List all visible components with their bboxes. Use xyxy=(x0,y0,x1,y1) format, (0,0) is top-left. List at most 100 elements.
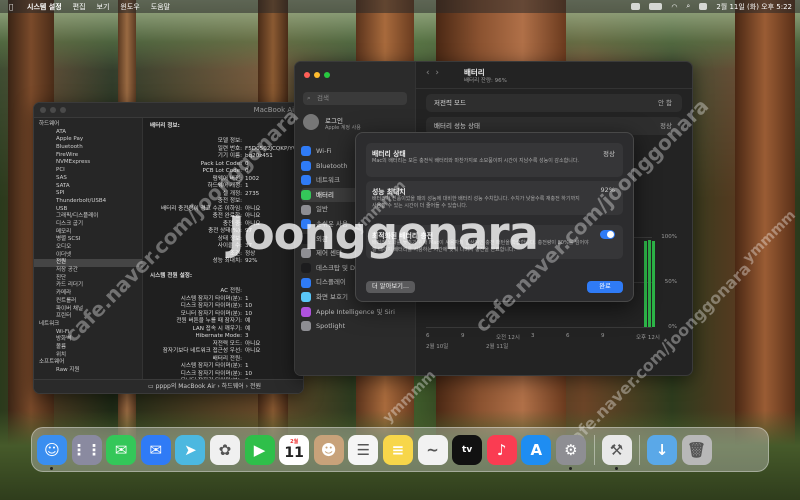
launchpad-icon[interactable]: ⋮⋮ xyxy=(71,434,102,465)
detail-value: 아니요 xyxy=(245,220,261,227)
sidebar-category[interactable]: 네트워크 xyxy=(34,321,142,329)
apple-account-item[interactable]: 로그인 Apple 계정 사용 xyxy=(303,112,407,134)
menu-edit[interactable]: 편집 xyxy=(73,2,86,12)
system-information-titlebar[interactable]: MacBook Air xyxy=(34,103,303,118)
freeform-icon[interactable]: ~ xyxy=(417,434,448,465)
sidebar-item[interactable]: Apple Pay xyxy=(34,136,142,144)
sidebar-item[interactable]: SATA xyxy=(34,183,142,191)
sidebar-item[interactable]: 파이버 채널 xyxy=(34,306,142,314)
sidebar-item[interactable]: Wi-Fi xyxy=(34,329,142,337)
finder-icon[interactable]: ☺ xyxy=(37,434,67,470)
sidebar-item[interactable]: SPI xyxy=(34,190,142,198)
sidebar-item[interactable]: 메모리 xyxy=(34,229,142,237)
close-button[interactable] xyxy=(304,72,310,78)
detail-row: 디스크 잠자기 타이머(분): 10 xyxy=(150,303,303,311)
reminders-icon[interactable]: ☰ xyxy=(348,434,379,465)
done-button[interactable]: 완료 xyxy=(587,281,623,293)
detail-row: 사이클 수: 37 xyxy=(150,243,303,251)
dock-separator xyxy=(639,434,641,465)
apple-menu-icon[interactable]:  xyxy=(9,3,19,11)
sidebar-item[interactable]: 볼륨 xyxy=(34,344,142,352)
sidebar-item[interactable]: 병렬 SCSI xyxy=(34,236,142,244)
detail-row: 잠자기보다 네트워크 접근성 우선: 아니요 xyxy=(150,348,303,356)
settings-nav-label: 화면 보호기 xyxy=(316,292,348,301)
system-settings-icon[interactable]: ⚙ xyxy=(555,434,586,470)
music-icon[interactable]: ♪ xyxy=(486,434,517,465)
app-store-icon[interactable]: A xyxy=(521,434,552,465)
sidebar-item[interactable]: 프린터 xyxy=(34,313,142,321)
sidebar-item[interactable]: 컨트롤러 xyxy=(34,298,142,306)
sidebar-category[interactable]: 소프트웨어 xyxy=(34,359,142,367)
sidebar-item[interactable]: 카드 리더기 xyxy=(34,282,142,290)
notes-icon[interactable]: ≡ xyxy=(382,434,413,465)
battery-health-value: 정상 xyxy=(660,122,672,130)
trash-icon[interactable]: 🗑 xyxy=(681,434,712,465)
detail-value: 3 xyxy=(245,333,249,339)
detail-row: 시스템 전원 설정: xyxy=(150,273,303,281)
sidebar-item[interactable]: 진단 xyxy=(34,275,142,283)
chart-x-tick: 오후 12시 xyxy=(636,335,660,341)
maximum-capacity-section: 성능 최대치 92% 배터리가 신품이었을 때의 성능에 대비한 배터리 성능 … xyxy=(366,181,623,215)
sidebar-item[interactable]: 저장 공간 xyxy=(34,267,142,275)
settings-nav-item[interactable]: Apple Intelligence 및 Siri xyxy=(301,305,411,320)
detail-key xyxy=(150,131,245,139)
settings-nav-label: 네트워크 xyxy=(316,176,340,185)
sidebar-item[interactable]: 카메라 xyxy=(34,290,142,298)
menu-view[interactable]: 보기 xyxy=(97,2,110,12)
photos-icon[interactable]: ✿ xyxy=(209,434,240,465)
detail-key: PCB Lot Code: xyxy=(202,168,242,174)
sidebar-item[interactable]: 이더넷 xyxy=(34,252,142,260)
facetime-icon[interactable]: ▶ xyxy=(244,434,275,465)
chart-bar xyxy=(648,239,651,327)
menu-app-name[interactable]: 시스템 설정 xyxy=(27,2,62,12)
detail-key: 조건: xyxy=(229,250,242,257)
sidebar-item[interactable]: Thunderbolt/USB4 xyxy=(34,198,142,206)
detail-key: 충전 완료함: xyxy=(212,213,242,219)
status-battery-icon[interactable] xyxy=(649,3,663,10)
search-icon[interactable]: ⌕ xyxy=(686,2,690,11)
sidebar-item[interactable]: 오디오 xyxy=(34,244,142,252)
sidebar-item[interactable]: 그래픽/디스플레이 xyxy=(34,213,142,221)
zoom-button[interactable] xyxy=(60,107,66,113)
minimize-button[interactable] xyxy=(314,72,320,78)
status-display-icon[interactable] xyxy=(631,3,641,10)
optimized-charging-toggle[interactable] xyxy=(600,230,615,239)
close-button[interactable] xyxy=(40,107,46,113)
tv-icon[interactable]: tv xyxy=(452,434,483,465)
sidebar-item[interactable]: SAS xyxy=(34,175,142,183)
menu-window[interactable]: 윈도우 xyxy=(120,2,139,12)
detail-value: 아니요 xyxy=(245,348,261,354)
sidebar-item[interactable]: NVMExpress xyxy=(34,159,142,167)
sidebar-item[interactable]: Raw 지원 xyxy=(34,367,142,375)
sidebar-item[interactable]: 디스크 굽기 xyxy=(34,221,142,229)
back-forward-arrows[interactable]: ‹ › xyxy=(426,68,439,78)
detail-value: 97 xyxy=(245,228,253,234)
settings-nav-item[interactable]: Spotlight xyxy=(301,319,411,334)
sidebar-item[interactable]: 전원 xyxy=(34,259,142,268)
messages-icon[interactable]: ✉ xyxy=(106,434,137,465)
minimize-button[interactable] xyxy=(50,107,56,113)
contacts-icon[interactable]: ☻ xyxy=(313,434,344,465)
wifi-icon[interactable]: ◠ xyxy=(671,3,677,11)
low-power-mode-row[interactable]: 저전력 모드 안 함 xyxy=(426,94,682,112)
calendar-icon[interactable]: 2월 11 xyxy=(279,434,310,465)
sidebar-item[interactable]: ATA xyxy=(34,129,142,137)
mail-icon[interactable]: ✉ xyxy=(140,434,171,465)
low-power-mode-value[interactable]: 안 함 xyxy=(658,94,672,112)
sidebar-item[interactable]: PCI xyxy=(34,167,142,175)
settings-nav-label: Bluetooth xyxy=(316,161,348,170)
sidebar-item[interactable]: 방화벽 xyxy=(34,336,142,344)
system-information-icon[interactable]: ⚒ xyxy=(601,434,632,470)
menu-datetime[interactable]: 2월 11일 (화) 오후 5:22 xyxy=(716,2,792,12)
maps-icon[interactable]: ➤ xyxy=(175,434,206,465)
downloads-icon[interactable]: ↓ xyxy=(647,434,678,465)
sidebar-category[interactable]: 하드웨어 xyxy=(34,121,142,129)
sidebar-item[interactable]: FireWire xyxy=(34,152,142,160)
settings-search-field[interactable]: ⌕ 검색 xyxy=(303,92,407,105)
music-glyph: ♪ xyxy=(496,440,507,459)
sidebar-item[interactable]: Bluetooth xyxy=(34,144,142,152)
control-center-icon[interactable] xyxy=(699,3,708,10)
learn-more-button[interactable]: 더 알아보기... xyxy=(366,281,415,293)
menu-help[interactable]: 도움말 xyxy=(151,2,170,12)
zoom-button[interactable] xyxy=(324,72,330,78)
